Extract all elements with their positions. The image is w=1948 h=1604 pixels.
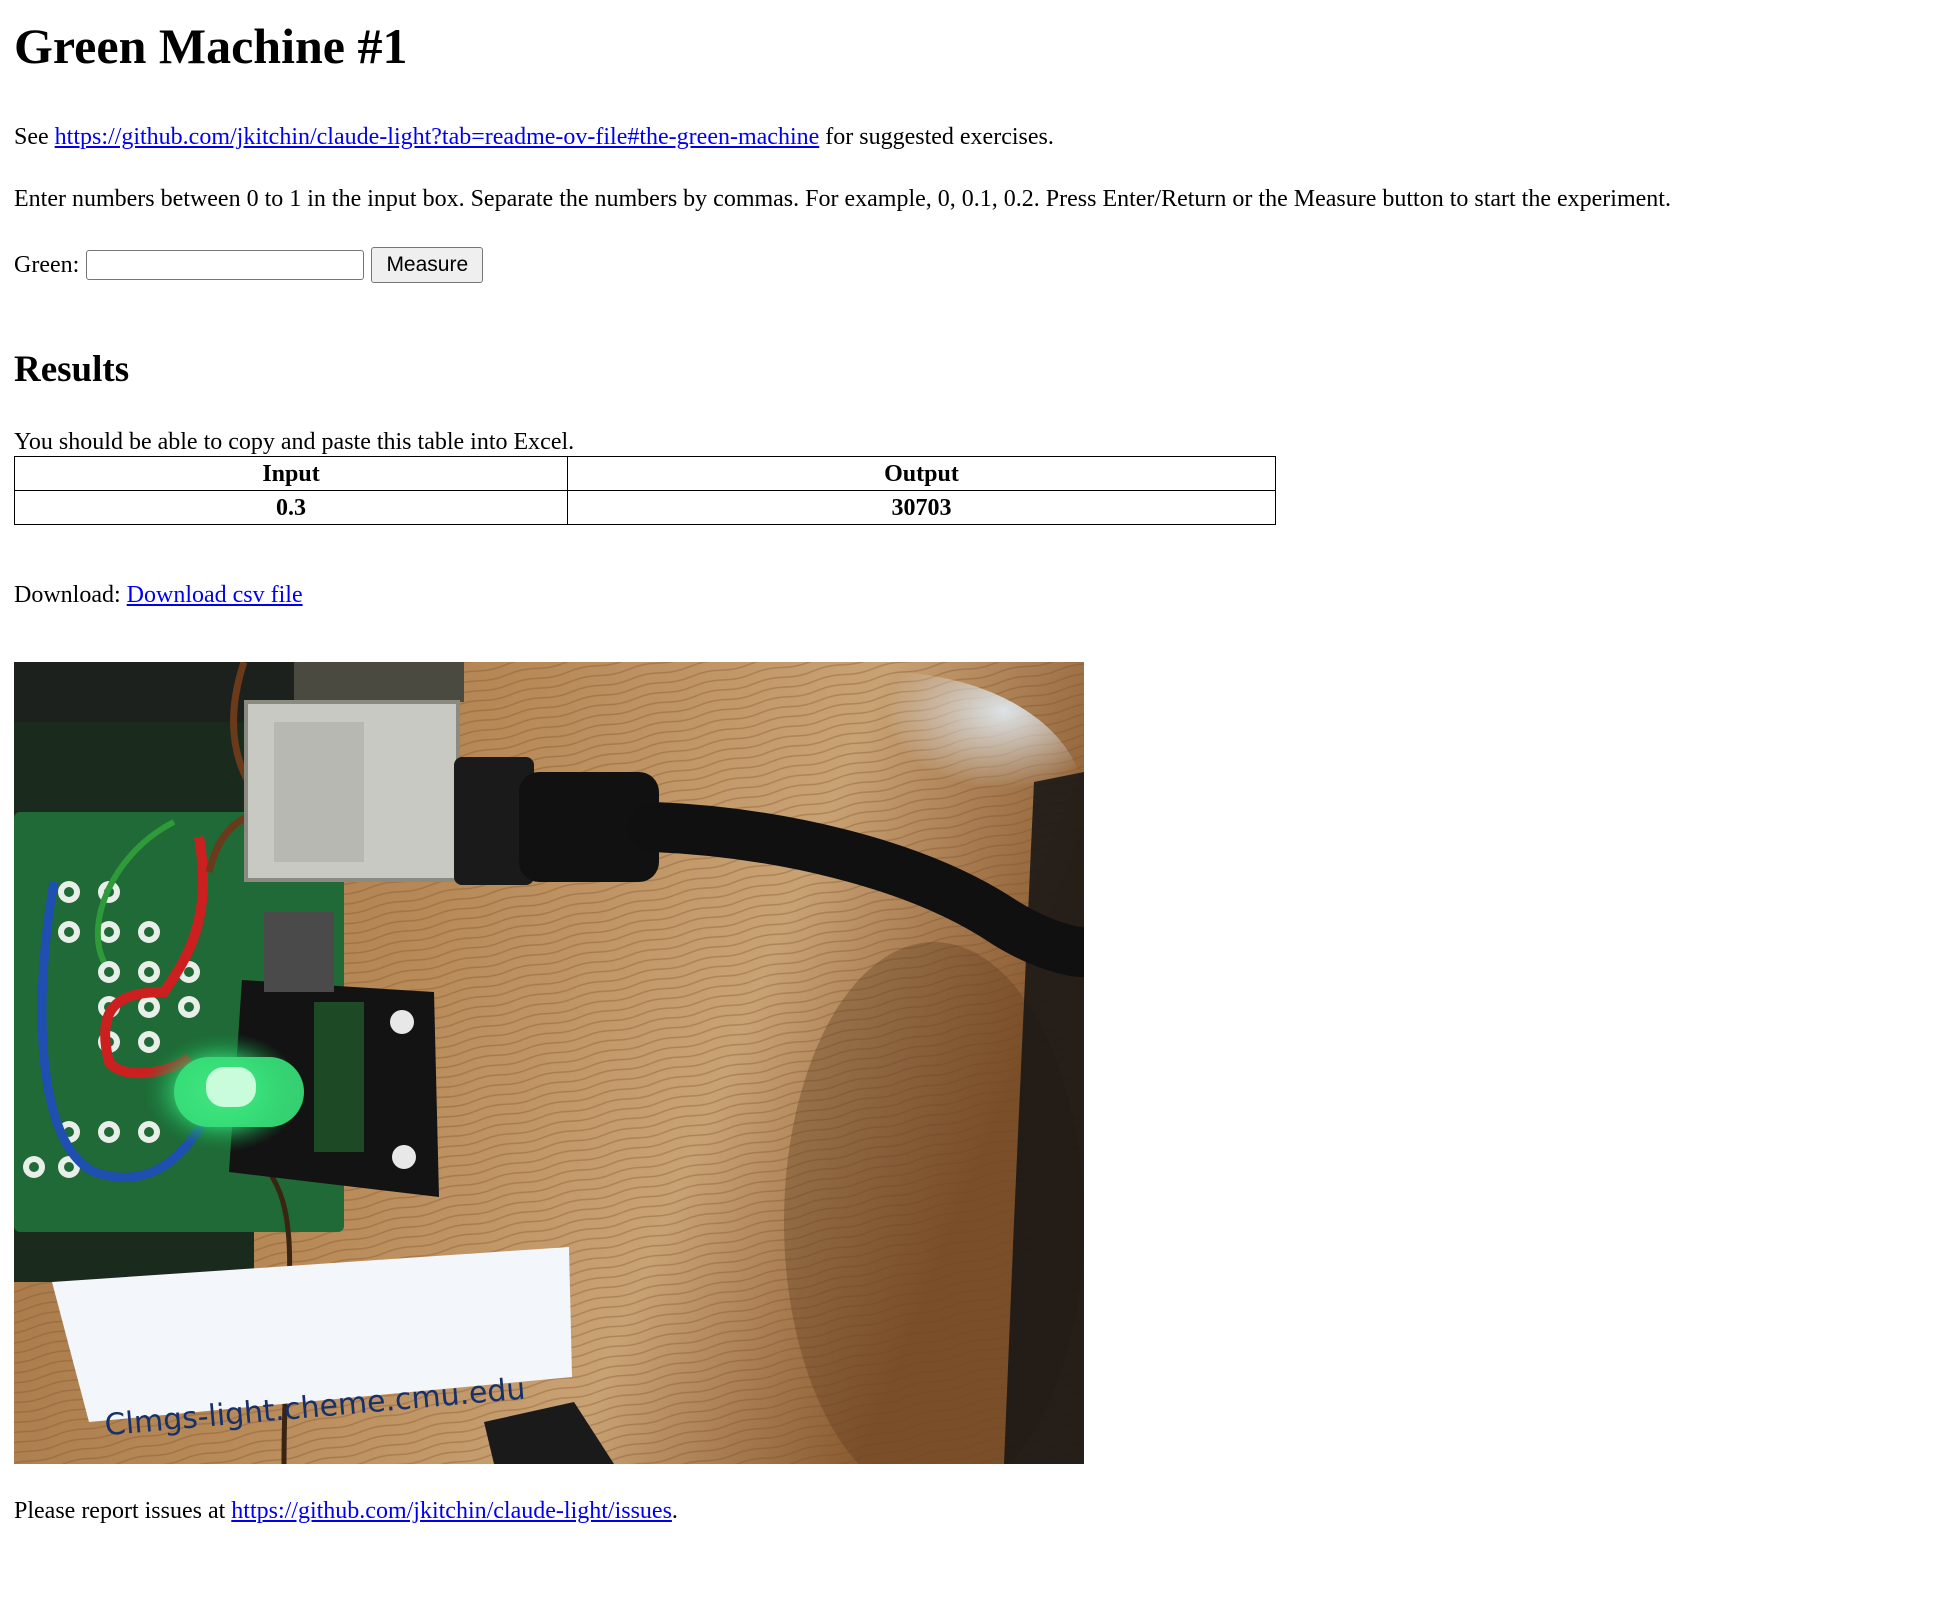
exercises-link[interactable]: https://github.com/jkitchin/claude-light… [55,124,820,150]
see-suffix: for suggested exercises. [825,124,1054,150]
report-paragraph: Please report issues at https://github.c… [14,1496,1934,1526]
page: Green Machine #1 See https://github.com/… [0,0,1948,1526]
measure-button[interactable]: Measure [371,247,484,283]
results-table: Input Output 0.3 30703 [14,456,1276,525]
download-paragraph: Download: Download csv file [14,580,1934,610]
issues-link[interactable]: https://github.com/jkitchin/claude-light… [231,1498,672,1524]
green-label: Green: [14,252,80,278]
download-label: Download: [14,582,121,608]
results-heading: Results [14,349,130,390]
column-header-input: Input [14,456,568,491]
table-header-row: Input Output [14,456,1276,491]
measure-form: Green: Measure [14,246,1934,284]
column-header-output: Output [567,456,1276,491]
page-title: Green Machine #1 [14,18,408,74]
camera-photo: Clmgs-light.cheme.cmu.edu [14,662,1084,1464]
results-note: You should be able to copy and paste thi… [14,429,575,455]
report-prefix: Please report issues at [14,1498,226,1524]
camera-photo-svg: Clmgs-light.cheme.cmu.edu [14,662,1084,1464]
exercises-paragraph: See https://github.com/jkitchin/claude-l… [14,122,1934,152]
instructions-text: Enter numbers between 0 to 1 in the inpu… [14,186,1671,212]
cell-output: 30703 [567,490,1276,525]
table-row: 0.3 30703 [14,490,1276,525]
download-csv-link[interactable]: Download csv file [127,582,303,608]
green-input[interactable] [86,250,365,280]
report-suffix: . [671,1498,678,1524]
see-prefix: See [14,124,49,150]
cell-input: 0.3 [14,490,568,525]
